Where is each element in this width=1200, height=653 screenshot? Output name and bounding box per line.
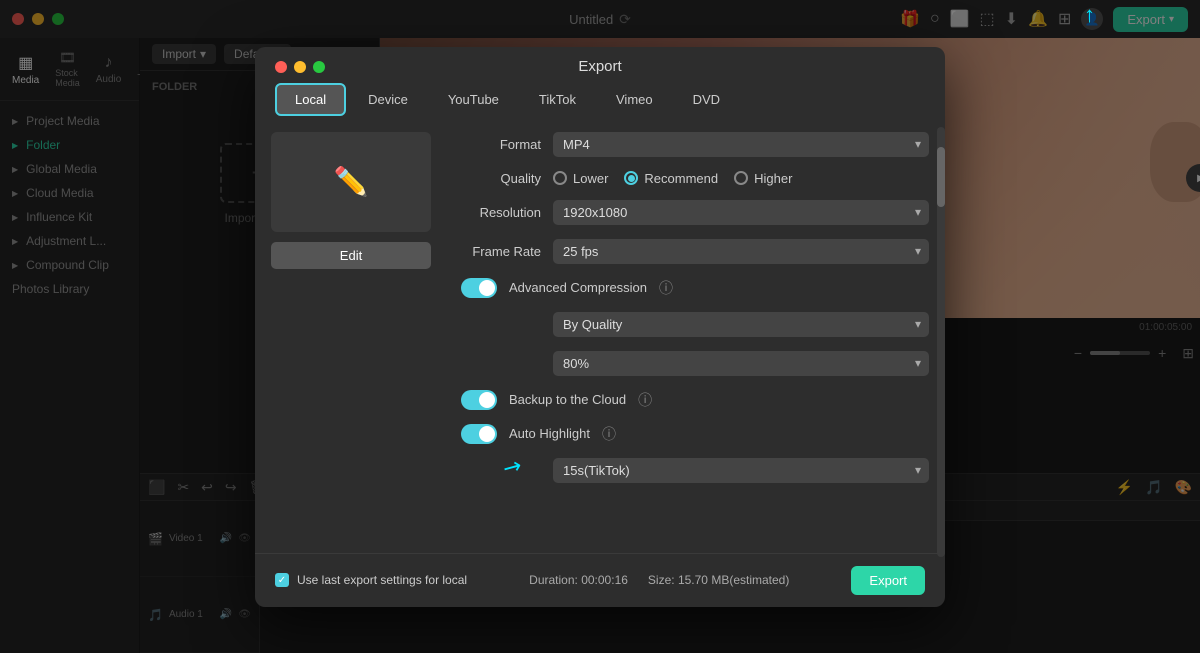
tiktok-duration-select[interactable]: 15s(TikTok) 30s 60s bbox=[553, 458, 929, 483]
modal-overlay: Export Local Device YouTube TikTok Vimeo… bbox=[0, 0, 1200, 653]
modal-thumbnail-area: ✏️ Edit bbox=[271, 132, 441, 537]
format-select-wrap: MP4 MOV AVI bbox=[553, 132, 929, 157]
auto-highlight-arrow: ↗ bbox=[498, 451, 527, 483]
advanced-compression-label: Advanced Compression bbox=[509, 280, 647, 295]
checkbox-text: Use last export settings for local bbox=[297, 573, 467, 587]
by-quality-wrap: By Quality By Bitrate bbox=[553, 312, 929, 337]
tab-dvd[interactable]: DVD bbox=[675, 83, 738, 116]
framerate-select[interactable]: 25 fps 30 fps 60 fps bbox=[553, 239, 929, 264]
edit-pencil-icon: ✏️ bbox=[334, 165, 369, 198]
size-info: Size: 15.70 MB(estimated) bbox=[648, 573, 789, 587]
modal-title: Export bbox=[578, 58, 621, 75]
quality-percent-select[interactable]: 80% 60% 100% bbox=[553, 351, 929, 376]
scrollbar-thumb bbox=[937, 147, 945, 207]
resolution-select-wrap: 1920x1080 1280x720 3840x2160 bbox=[553, 200, 929, 225]
resolution-row: Resolution 1920x1080 1280x720 3840x2160 bbox=[461, 200, 929, 225]
auto-highlight-label: Auto Highlight bbox=[509, 426, 590, 441]
quality-recommend-label: Recommend bbox=[644, 171, 718, 186]
thumbnail-preview: ✏️ bbox=[271, 132, 431, 232]
by-quality-row: By Quality By Bitrate bbox=[553, 312, 929, 337]
advanced-compression-info-icon[interactable]: ⓘ bbox=[659, 278, 673, 298]
auto-highlight-toggle[interactable] bbox=[461, 424, 497, 444]
modal-tl-green[interactable] bbox=[313, 61, 325, 73]
backup-cloud-row: Backup to the Cloud ⓘ bbox=[461, 390, 929, 410]
quality-higher-label: Higher bbox=[754, 171, 792, 186]
export-final-button[interactable]: Export bbox=[851, 566, 925, 595]
modal-tl-red[interactable] bbox=[275, 61, 287, 73]
tab-tiktok[interactable]: TikTok bbox=[521, 83, 594, 116]
tab-youtube[interactable]: YouTube bbox=[430, 83, 517, 116]
modal-footer: ✓ Use last export settings for local Dur… bbox=[255, 553, 945, 607]
backup-cloud-toggle[interactable] bbox=[461, 390, 497, 410]
auto-highlight-info-icon[interactable]: ⓘ bbox=[602, 424, 616, 444]
by-quality-select[interactable]: By Quality By Bitrate bbox=[553, 312, 929, 337]
quality-recommend[interactable]: Recommend bbox=[624, 171, 718, 186]
advanced-compression-toggle[interactable] bbox=[461, 278, 497, 298]
radio-higher bbox=[734, 171, 748, 185]
quality-higher[interactable]: Higher bbox=[734, 171, 792, 186]
modal-body: ✏️ Edit Format MP4 MOV AVI bbox=[255, 116, 945, 553]
format-row: Format MP4 MOV AVI bbox=[461, 132, 929, 157]
resolution-label: Resolution bbox=[461, 205, 541, 220]
size-label: Size: bbox=[648, 573, 675, 587]
tab-vimeo[interactable]: Vimeo bbox=[598, 83, 671, 116]
framerate-label: Frame Rate bbox=[461, 244, 541, 259]
last-settings-checkbox[interactable]: ✓ Use last export settings for local bbox=[275, 573, 467, 587]
modal-traffic-lights bbox=[275, 61, 325, 73]
modal-scrollbar[interactable] bbox=[937, 127, 945, 557]
tab-local[interactable]: Local bbox=[275, 83, 346, 116]
export-form: Format MP4 MOV AVI Quality bbox=[461, 132, 929, 537]
radio-lower bbox=[553, 171, 567, 185]
quality-lower-label: Lower bbox=[573, 171, 608, 186]
format-select[interactable]: MP4 MOV AVI bbox=[553, 132, 929, 157]
duration-info: Duration: 00:00:16 bbox=[529, 573, 628, 587]
quality-percent-row: 80% 60% 100% bbox=[553, 351, 929, 376]
export-modal: Export Local Device YouTube TikTok Vimeo… bbox=[255, 47, 945, 607]
duration-label: Duration: bbox=[529, 573, 578, 587]
backup-cloud-info-icon[interactable]: ⓘ bbox=[638, 390, 652, 410]
checkbox-icon: ✓ bbox=[275, 573, 289, 587]
quality-lower[interactable]: Lower bbox=[553, 171, 608, 186]
format-label: Format bbox=[461, 137, 541, 152]
quality-options: Lower Recommend Higher bbox=[553, 171, 792, 186]
radio-recommend bbox=[624, 171, 638, 185]
footer-info: Duration: 00:00:16 Size: 15.70 MB(estima… bbox=[529, 573, 789, 587]
advanced-compression-row: Advanced Compression ⓘ bbox=[461, 278, 929, 298]
size-value: 15.70 MB(estimated) bbox=[678, 573, 789, 587]
modal-tabs: Local Device YouTube TikTok Vimeo DVD bbox=[255, 83, 945, 116]
quality-percent-wrap: 80% 60% 100% bbox=[553, 351, 929, 376]
modal-tl-yellow[interactable] bbox=[294, 61, 306, 73]
footer-left: ✓ Use last export settings for local bbox=[275, 573, 467, 587]
tab-device[interactable]: Device bbox=[350, 83, 426, 116]
tiktok-duration-wrap: 15s(TikTok) 30s 60s bbox=[553, 458, 929, 483]
modal-header: Export bbox=[255, 47, 945, 83]
auto-highlight-value-row: ↗ 15s(TikTok) 30s 60s bbox=[553, 458, 929, 483]
auto-highlight-row: Auto Highlight ⓘ bbox=[461, 424, 929, 444]
edit-thumbnail-button[interactable]: Edit bbox=[271, 242, 431, 269]
framerate-select-wrap: 25 fps 30 fps 60 fps bbox=[553, 239, 929, 264]
backup-cloud-label: Backup to the Cloud bbox=[509, 392, 626, 407]
export-arrow-indicator: ↑ bbox=[1084, 2, 1095, 28]
duration-value: 00:00:16 bbox=[581, 573, 628, 587]
quality-label: Quality bbox=[461, 171, 541, 186]
quality-row: Quality Lower Recommend bbox=[461, 171, 929, 186]
framerate-row: Frame Rate 25 fps 30 fps 60 fps bbox=[461, 239, 929, 264]
resolution-select[interactable]: 1920x1080 1280x720 3840x2160 bbox=[553, 200, 929, 225]
